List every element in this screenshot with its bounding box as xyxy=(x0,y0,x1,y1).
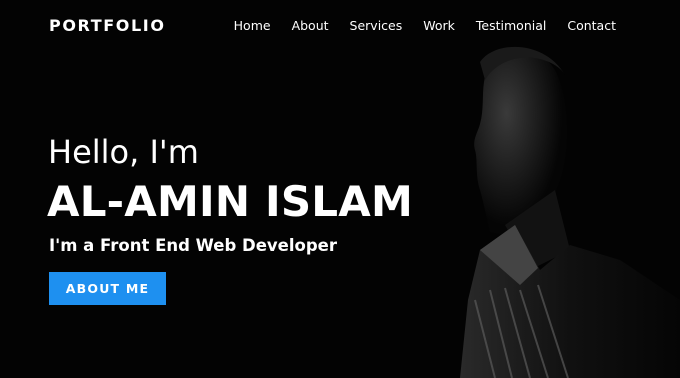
hero-name: AL-AMIN ISLAM xyxy=(47,177,413,226)
nav-item-testimonial[interactable]: Testimonial xyxy=(476,18,546,34)
hero-greeting: Hello, I'm xyxy=(48,133,199,171)
nav-item-contact[interactable]: Contact xyxy=(567,18,616,34)
nav-item-services[interactable]: Services xyxy=(350,18,403,34)
nav-item-home[interactable]: Home xyxy=(234,18,271,34)
nav-item-about[interactable]: About xyxy=(292,18,329,34)
about-me-button[interactable]: ABOUT ME xyxy=(49,272,166,305)
portrait-image xyxy=(460,46,680,378)
hero-section: PORTFOLIO Home About Services Work Testi… xyxy=(0,0,680,378)
logo[interactable]: PORTFOLIO xyxy=(49,16,166,36)
nav-menu: Home About Services Work Testimonial Con… xyxy=(234,18,616,34)
navbar: PORTFOLIO Home About Services Work Testi… xyxy=(0,0,680,52)
hero-subtitle: I'm a Front End Web Developer xyxy=(49,236,337,255)
nav-item-work[interactable]: Work xyxy=(423,18,455,34)
